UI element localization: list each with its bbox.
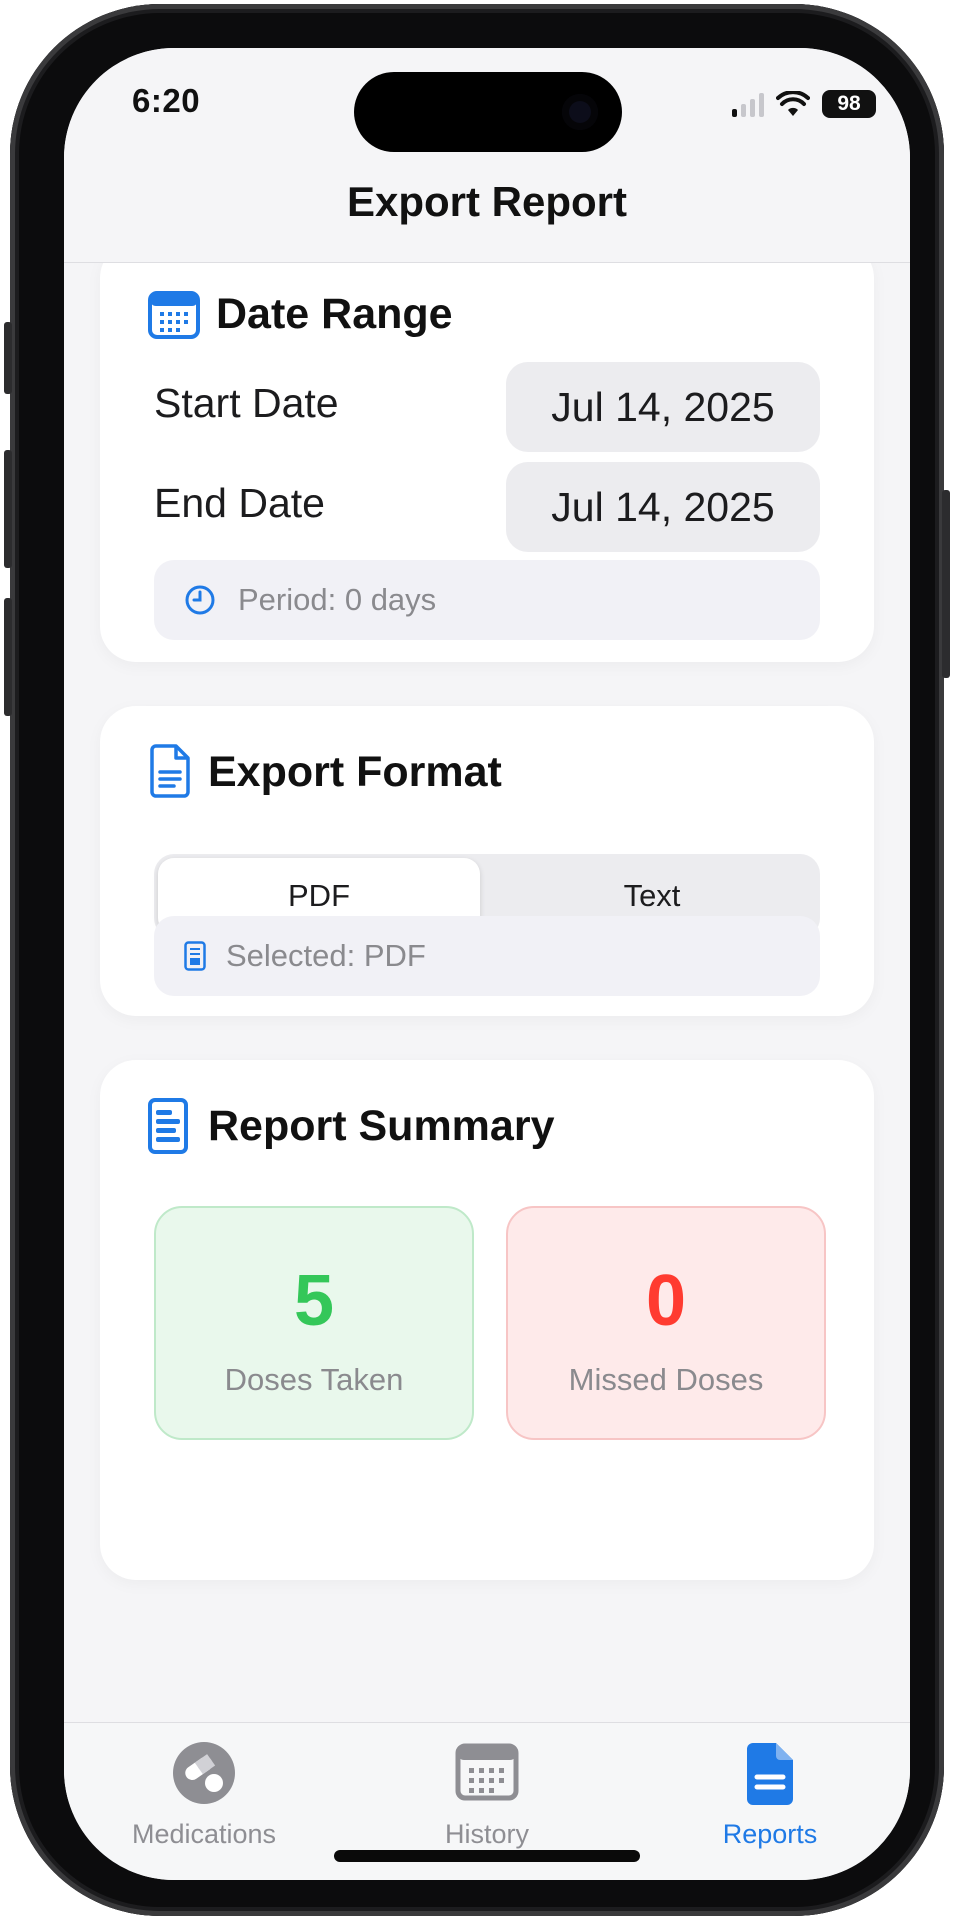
selected-format-info: Selected: PDF — [154, 916, 820, 996]
missed-doses-stat: 0 Missed Doses — [506, 1206, 826, 1440]
missed-doses-label: Missed Doses — [568, 1362, 764, 1397]
tab-medications[interactable]: Medications — [94, 1741, 314, 1861]
navigation-bar: 6:20 98 Export Report — [64, 48, 910, 263]
date-range-card: Date Range Start Date Jul 14, 2025 End D… — [100, 262, 874, 662]
clock-icon — [185, 585, 215, 615]
doses-taken-value: 5 — [293, 1261, 335, 1341]
tab-history-label: History — [444, 1819, 529, 1849]
page-title: Export Report — [346, 178, 627, 225]
missed-doses-value: 0 — [645, 1261, 687, 1341]
report-icon — [148, 1098, 188, 1154]
end-date-label: End Date — [154, 480, 325, 526]
doses-taken-stat: 5 Doses Taken — [154, 1206, 474, 1440]
document-icon — [150, 744, 190, 798]
end-date-picker[interactable]: Jul 14, 2025 — [506, 462, 820, 552]
status-time: 6:20 — [132, 82, 201, 119]
tab-history[interactable]: History — [377, 1741, 597, 1861]
selected-format-text: Selected: PDF — [226, 938, 426, 973]
battery-icon: 98 — [822, 90, 876, 118]
signal-icon — [732, 91, 764, 117]
export-format-title: Export Format — [208, 748, 502, 796]
tab-reports-label: Reports — [722, 1819, 818, 1849]
report-summary-card: Report Summary 5 Doses Taken 0 Missed Do… — [100, 1060, 874, 1580]
pdf-file-icon — [184, 941, 206, 971]
pills-icon — [173, 1742, 235, 1804]
document-icon — [747, 1743, 793, 1805]
report-summary-title: Report Summary — [208, 1102, 555, 1150]
tab-reports[interactable]: Reports — [660, 1741, 880, 1861]
calendar-icon — [455, 1743, 519, 1801]
calendar-icon — [148, 291, 200, 339]
phone-frame: 6:20 98 Export Report Date Range Start D… — [4, 4, 950, 1916]
start-date-picker[interactable]: Jul 14, 2025 — [506, 362, 820, 452]
doses-taken-label: Doses Taken — [224, 1362, 404, 1397]
status-indicators: 98 — [732, 84, 876, 124]
volume-down-button — [4, 598, 12, 716]
dynamic-island — [354, 72, 622, 152]
tab-medications-label: Medications — [131, 1819, 277, 1849]
date-range-title: Date Range — [216, 290, 453, 338]
wifi-icon — [776, 91, 810, 116]
content-scroll[interactable]: Date Range Start Date Jul 14, 2025 End D… — [64, 262, 910, 1722]
period-text: Period: 0 days — [238, 582, 437, 617]
camera-icon — [562, 94, 598, 130]
export-format-card: Export Format PDF Text Selected: PDF — [100, 706, 874, 1016]
start-date-label: Start Date — [154, 380, 339, 426]
action-button — [4, 322, 12, 394]
home-indicator — [334, 1850, 640, 1862]
power-button — [942, 490, 950, 678]
period-info: Period: 0 days — [154, 560, 820, 640]
volume-up-button — [4, 450, 12, 568]
screen: 6:20 98 Export Report Date Range Start D… — [64, 48, 910, 1880]
